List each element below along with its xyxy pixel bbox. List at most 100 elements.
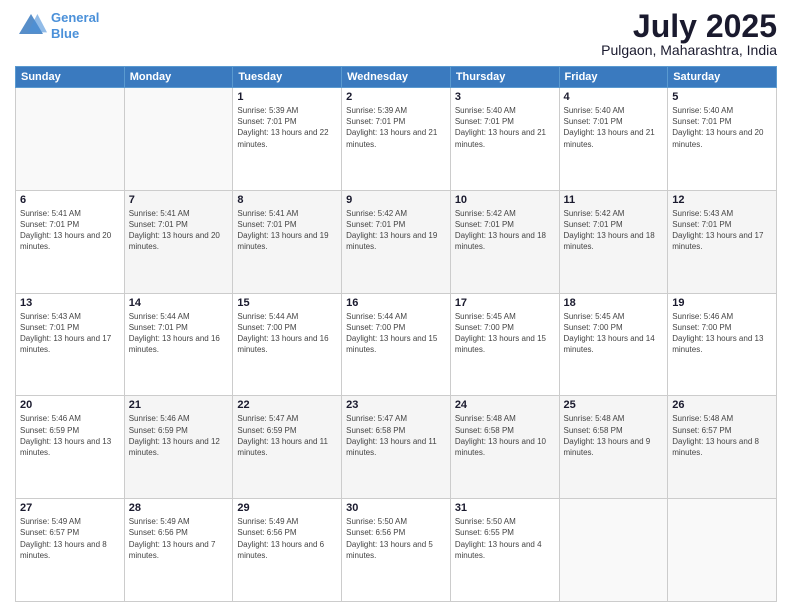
calendar-week-row: 27 Sunrise: 5:49 AMSunset: 6:57 PMDaylig… xyxy=(16,499,777,602)
table-row: 6 Sunrise: 5:41 AMSunset: 7:01 PMDayligh… xyxy=(16,190,125,293)
day-number: 3 xyxy=(455,91,555,103)
day-info: Sunrise: 5:41 AMSunset: 7:01 PMDaylight:… xyxy=(20,209,111,252)
header-friday: Friday xyxy=(559,67,668,88)
day-number: 14 xyxy=(129,297,229,309)
table-row: 17 Sunrise: 5:45 AMSunset: 7:00 PMDaylig… xyxy=(450,293,559,396)
table-row: 15 Sunrise: 5:44 AMSunset: 7:00 PMDaylig… xyxy=(233,293,342,396)
table-row: 27 Sunrise: 5:49 AMSunset: 6:57 PMDaylig… xyxy=(16,499,125,602)
logo-icon xyxy=(15,10,47,42)
day-info: Sunrise: 5:40 AMSunset: 7:01 PMDaylight:… xyxy=(455,106,546,149)
table-row: 13 Sunrise: 5:43 AMSunset: 7:01 PMDaylig… xyxy=(16,293,125,396)
day-number: 24 xyxy=(455,399,555,411)
day-info: Sunrise: 5:48 AMSunset: 6:57 PMDaylight:… xyxy=(672,414,759,457)
day-number: 15 xyxy=(237,297,337,309)
day-info: Sunrise: 5:42 AMSunset: 7:01 PMDaylight:… xyxy=(564,209,655,252)
day-info: Sunrise: 5:44 AMSunset: 7:00 PMDaylight:… xyxy=(346,312,437,355)
day-number: 18 xyxy=(564,297,664,309)
table-row: 1 Sunrise: 5:39 AMSunset: 7:01 PMDayligh… xyxy=(233,88,342,191)
day-info: Sunrise: 5:42 AMSunset: 7:01 PMDaylight:… xyxy=(346,209,437,252)
day-number: 11 xyxy=(564,194,664,206)
logo-line2: Blue xyxy=(51,26,79,41)
header-tuesday: Tuesday xyxy=(233,67,342,88)
day-number: 28 xyxy=(129,502,229,514)
day-number: 17 xyxy=(455,297,555,309)
day-info: Sunrise: 5:41 AMSunset: 7:01 PMDaylight:… xyxy=(237,209,328,252)
day-info: Sunrise: 5:49 AMSunset: 6:57 PMDaylight:… xyxy=(20,517,107,560)
table-row: 24 Sunrise: 5:48 AMSunset: 6:58 PMDaylig… xyxy=(450,396,559,499)
table-row: 21 Sunrise: 5:46 AMSunset: 6:59 PMDaylig… xyxy=(124,396,233,499)
table-row: 7 Sunrise: 5:41 AMSunset: 7:01 PMDayligh… xyxy=(124,190,233,293)
day-info: Sunrise: 5:50 AMSunset: 6:55 PMDaylight:… xyxy=(455,517,542,560)
day-info: Sunrise: 5:39 AMSunset: 7:01 PMDaylight:… xyxy=(237,106,328,149)
day-number: 20 xyxy=(20,399,120,411)
day-number: 29 xyxy=(237,502,337,514)
calendar-week-row: 20 Sunrise: 5:46 AMSunset: 6:59 PMDaylig… xyxy=(16,396,777,499)
day-number: 13 xyxy=(20,297,120,309)
day-number: 22 xyxy=(237,399,337,411)
header-sunday: Sunday xyxy=(16,67,125,88)
table-row: 31 Sunrise: 5:50 AMSunset: 6:55 PMDaylig… xyxy=(450,499,559,602)
month-title: July 2025 xyxy=(601,10,777,42)
day-info: Sunrise: 5:47 AMSunset: 6:58 PMDaylight:… xyxy=(346,414,437,457)
header: General Blue July 2025 Pulgaon, Maharash… xyxy=(15,10,777,58)
table-row: 4 Sunrise: 5:40 AMSunset: 7:01 PMDayligh… xyxy=(559,88,668,191)
day-number: 21 xyxy=(129,399,229,411)
table-row: 2 Sunrise: 5:39 AMSunset: 7:01 PMDayligh… xyxy=(342,88,451,191)
day-number: 6 xyxy=(20,194,120,206)
header-saturday: Saturday xyxy=(668,67,777,88)
day-info: Sunrise: 5:49 AMSunset: 6:56 PMDaylight:… xyxy=(129,517,216,560)
day-info: Sunrise: 5:43 AMSunset: 7:01 PMDaylight:… xyxy=(672,209,763,252)
table-row: 8 Sunrise: 5:41 AMSunset: 7:01 PMDayligh… xyxy=(233,190,342,293)
table-row xyxy=(668,499,777,602)
day-info: Sunrise: 5:44 AMSunset: 7:01 PMDaylight:… xyxy=(129,312,220,355)
calendar-header-row: Sunday Monday Tuesday Wednesday Thursday… xyxy=(16,67,777,88)
logo-line1: General xyxy=(51,10,99,25)
location-title: Pulgaon, Maharashtra, India xyxy=(601,42,777,58)
calendar-week-row: 6 Sunrise: 5:41 AMSunset: 7:01 PMDayligh… xyxy=(16,190,777,293)
day-info: Sunrise: 5:42 AMSunset: 7:01 PMDaylight:… xyxy=(455,209,546,252)
day-number: 4 xyxy=(564,91,664,103)
logo: General Blue xyxy=(15,10,99,42)
day-info: Sunrise: 5:40 AMSunset: 7:01 PMDaylight:… xyxy=(564,106,655,149)
day-info: Sunrise: 5:46 AMSunset: 6:59 PMDaylight:… xyxy=(129,414,220,457)
page: General Blue July 2025 Pulgaon, Maharash… xyxy=(0,0,792,612)
header-monday: Monday xyxy=(124,67,233,88)
title-section: July 2025 Pulgaon, Maharashtra, India xyxy=(601,10,777,58)
day-number: 8 xyxy=(237,194,337,206)
table-row xyxy=(559,499,668,602)
day-info: Sunrise: 5:40 AMSunset: 7:01 PMDaylight:… xyxy=(672,106,763,149)
calendar-week-row: 1 Sunrise: 5:39 AMSunset: 7:01 PMDayligh… xyxy=(16,88,777,191)
table-row: 10 Sunrise: 5:42 AMSunset: 7:01 PMDaylig… xyxy=(450,190,559,293)
day-info: Sunrise: 5:48 AMSunset: 6:58 PMDaylight:… xyxy=(564,414,651,457)
day-info: Sunrise: 5:50 AMSunset: 6:56 PMDaylight:… xyxy=(346,517,433,560)
day-number: 5 xyxy=(672,91,772,103)
table-row xyxy=(124,88,233,191)
table-row: 25 Sunrise: 5:48 AMSunset: 6:58 PMDaylig… xyxy=(559,396,668,499)
day-number: 10 xyxy=(455,194,555,206)
table-row: 3 Sunrise: 5:40 AMSunset: 7:01 PMDayligh… xyxy=(450,88,559,191)
logo-text: General Blue xyxy=(51,10,99,41)
day-number: 7 xyxy=(129,194,229,206)
day-number: 19 xyxy=(672,297,772,309)
header-wednesday: Wednesday xyxy=(342,67,451,88)
day-info: Sunrise: 5:46 AMSunset: 7:00 PMDaylight:… xyxy=(672,312,763,355)
calendar: Sunday Monday Tuesday Wednesday Thursday… xyxy=(15,66,777,602)
table-row: 28 Sunrise: 5:49 AMSunset: 6:56 PMDaylig… xyxy=(124,499,233,602)
day-info: Sunrise: 5:41 AMSunset: 7:01 PMDaylight:… xyxy=(129,209,220,252)
day-number: 27 xyxy=(20,502,120,514)
table-row: 14 Sunrise: 5:44 AMSunset: 7:01 PMDaylig… xyxy=(124,293,233,396)
day-info: Sunrise: 5:48 AMSunset: 6:58 PMDaylight:… xyxy=(455,414,546,457)
table-row: 30 Sunrise: 5:50 AMSunset: 6:56 PMDaylig… xyxy=(342,499,451,602)
table-row xyxy=(16,88,125,191)
day-number: 25 xyxy=(564,399,664,411)
day-info: Sunrise: 5:43 AMSunset: 7:01 PMDaylight:… xyxy=(20,312,111,355)
day-number: 2 xyxy=(346,91,446,103)
table-row: 11 Sunrise: 5:42 AMSunset: 7:01 PMDaylig… xyxy=(559,190,668,293)
day-number: 1 xyxy=(237,91,337,103)
table-row: 20 Sunrise: 5:46 AMSunset: 6:59 PMDaylig… xyxy=(16,396,125,499)
day-number: 31 xyxy=(455,502,555,514)
day-info: Sunrise: 5:46 AMSunset: 6:59 PMDaylight:… xyxy=(20,414,111,457)
table-row: 18 Sunrise: 5:45 AMSunset: 7:00 PMDaylig… xyxy=(559,293,668,396)
table-row: 29 Sunrise: 5:49 AMSunset: 6:56 PMDaylig… xyxy=(233,499,342,602)
table-row: 12 Sunrise: 5:43 AMSunset: 7:01 PMDaylig… xyxy=(668,190,777,293)
